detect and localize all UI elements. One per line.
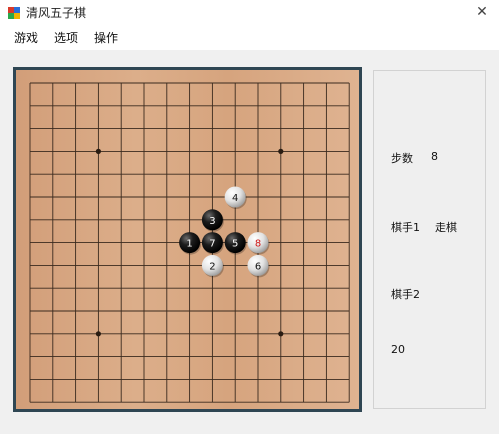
stone-number: 4: [232, 193, 238, 204]
gomoku-board[interactable]: 1 2 3 4 5 6 7 8: [16, 70, 359, 409]
white-stone: 8: [247, 232, 270, 255]
white-stone: 2: [201, 254, 224, 278]
stone-number: 7: [209, 239, 215, 250]
black-stone: 7: [201, 232, 224, 255]
stone-number: 8: [255, 239, 261, 250]
white-stone: 4: [224, 186, 247, 209]
player1-label: 棋手1: [391, 221, 420, 234]
stone-number: 2: [209, 261, 215, 272]
black-stone: 3: [201, 209, 224, 232]
menu-actions[interactable]: 操作: [94, 30, 118, 46]
window-title: 清风五子棋: [26, 6, 87, 20]
player2-label: 棋手2: [391, 288, 420, 301]
stone-number: 3: [209, 216, 215, 227]
close-button[interactable]: ✕: [471, 2, 493, 22]
star-point: [278, 148, 284, 154]
title-bar: 清风五子棋 ✕: [0, 0, 499, 26]
steps-value: 8: [431, 150, 438, 163]
star-point: [95, 148, 101, 154]
timer-value: 20: [391, 343, 405, 356]
board-canvas[interactable]: 1 2 3 4 5 6 7 8: [16, 70, 359, 409]
black-stone: 5: [224, 232, 247, 255]
side-panel: [373, 70, 486, 409]
stone-number: 1: [186, 239, 192, 250]
player1-status: 走棋: [435, 221, 457, 234]
menu-options[interactable]: 选项: [54, 30, 78, 46]
app-icon: [7, 6, 21, 20]
menu-game[interactable]: 游戏: [14, 30, 38, 46]
stone-number: 5: [232, 239, 238, 250]
white-stone: 6: [247, 254, 270, 278]
menu-bar: 游戏 选项 操作: [0, 26, 499, 50]
stones: 1 2 3 4 5 6 7 8: [179, 186, 270, 278]
stone-number: 6: [255, 261, 261, 272]
steps-label: 步数: [391, 152, 413, 165]
black-stone: 1: [179, 232, 202, 255]
star-point: [95, 331, 101, 337]
star-point: [278, 331, 284, 337]
